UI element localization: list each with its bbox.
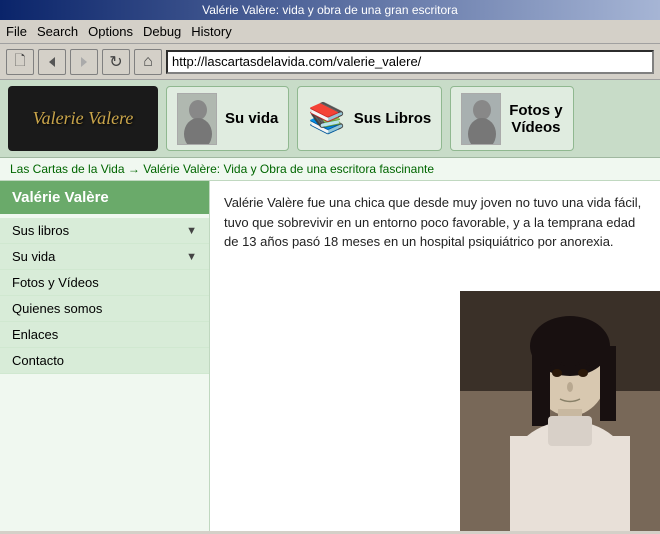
- sidebar-item-su-vida[interactable]: Su vida ▼: [0, 244, 209, 270]
- tab-su-vida-thumb: [177, 93, 217, 145]
- sidebar-title: Valérie Valère: [0, 181, 209, 214]
- menu-search[interactable]: Search: [37, 24, 78, 39]
- sidebar-arrow-su-vida: ▼: [186, 251, 197, 263]
- home-button[interactable]: ⌂: [134, 49, 162, 75]
- forward-button[interactable]: [70, 49, 98, 75]
- site-logo[interactable]: Valerie Valere: [8, 86, 158, 151]
- tab-su-vida-label: Su vida: [225, 110, 278, 127]
- main-layout: Valérie Valère Sus libros ▼ Su vida ▼ Fo…: [0, 181, 660, 531]
- tab-sus-libros-icon: 📚: [308, 101, 345, 136]
- sidebar-item-su-vida-label: Su vida: [12, 249, 55, 264]
- sidebar-item-sus-libros-label: Sus libros: [12, 223, 69, 238]
- title-text: Valérie Valère: vida y obra de una gran …: [202, 3, 458, 17]
- breadcrumb-separator: →: [128, 162, 143, 176]
- menu-history[interactable]: History: [191, 24, 231, 39]
- back-button[interactable]: [38, 49, 66, 75]
- tab-su-vida[interactable]: Su vida: [166, 86, 289, 151]
- tab-sus-libros[interactable]: 📚 Sus Libros: [297, 86, 442, 151]
- logo-text: Valerie Valere: [33, 108, 134, 129]
- nav-header: Valerie Valere Su vida 📚 Sus Libros Foto…: [0, 80, 660, 158]
- menu-debug[interactable]: Debug: [143, 24, 181, 39]
- sidebar-item-enlaces[interactable]: Enlaces: [0, 322, 209, 348]
- sidebar-item-fotos-label: Fotos y Vídeos: [12, 275, 99, 290]
- content-area: Valérie Valère fue una chica que desde m…: [210, 181, 660, 531]
- content-text: Valérie Valère fue una chica que desde m…: [224, 193, 646, 252]
- address-bar[interactable]: [166, 50, 654, 74]
- sidebar-item-quienes[interactable]: Quienes somos: [0, 296, 209, 322]
- breadcrumb-current[interactable]: Valérie Valère: Vida y Obra de una escri…: [143, 162, 434, 176]
- sidebar-item-enlaces-label: Enlaces: [12, 327, 58, 342]
- sidebar-arrow-sus-libros: ▼: [186, 225, 197, 237]
- menu-bar: File Search Options Debug History: [0, 20, 660, 44]
- title-bar: Valérie Valère: vida y obra de una gran …: [0, 0, 660, 20]
- tab-fotos-videos-label: Fotos y Vídeos: [509, 102, 562, 136]
- sidebar-item-contacto[interactable]: Contacto: [0, 348, 209, 374]
- tab-fotos-thumb: [461, 93, 501, 145]
- breadcrumb: Las Cartas de la Vida → Valérie Valère: …: [0, 158, 660, 181]
- reload-button[interactable]: ↻: [102, 49, 130, 75]
- menu-options[interactable]: Options: [88, 24, 133, 39]
- sidebar-item-contacto-label: Contacto: [12, 353, 64, 368]
- tab-fotos-videos[interactable]: Fotos y Vídeos: [450, 86, 573, 151]
- menu-file[interactable]: File: [6, 24, 27, 39]
- toolbar: 🗋 ↻ ⌂: [0, 44, 660, 80]
- tab-sus-libros-label: Sus Libros: [354, 110, 432, 127]
- sidebar-item-quienes-label: Quienes somos: [12, 301, 102, 316]
- portrait-image: [460, 291, 660, 531]
- sidebar-item-fotos[interactable]: Fotos y Vídeos: [0, 270, 209, 296]
- new-button[interactable]: 🗋: [6, 49, 34, 75]
- sidebar-item-sus-libros[interactable]: Sus libros ▼: [0, 218, 209, 244]
- breadcrumb-home[interactable]: Las Cartas de la Vida: [10, 162, 125, 176]
- sidebar: Valérie Valère Sus libros ▼ Su vida ▼ Fo…: [0, 181, 210, 531]
